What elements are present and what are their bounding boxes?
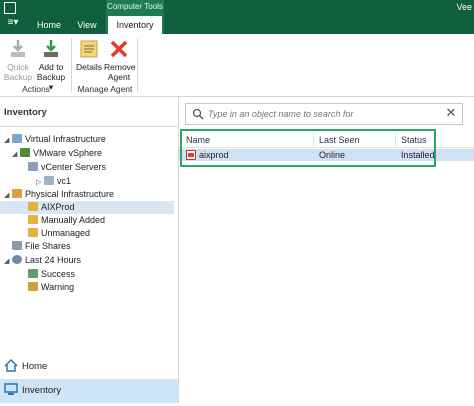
tree-label: Success: [41, 269, 76, 279]
remove-agent-icon: [108, 38, 130, 60]
warning-icon: [28, 282, 38, 291]
vc-icon: [44, 176, 54, 185]
tree-item-unmanaged[interactable]: Unmanaged: [28, 227, 90, 240]
tree-item-vmware-vsphere[interactable]: ◢ VMware vSphere: [12, 147, 102, 160]
tree-item-warning[interactable]: Warning: [28, 281, 74, 294]
context-group-label: Computer Tools: [107, 2, 163, 11]
tree-label: Virtual Infrastructure: [25, 134, 106, 144]
tree-label: VMware vSphere: [33, 148, 103, 158]
tree-item-file-shares[interactable]: File Shares: [4, 240, 71, 253]
ribbon-separator: [71, 38, 72, 92]
title-bar: Computer Tools ≡▾ Home View Inventory Ve…: [0, 0, 474, 34]
quick-backup-label-1: Quick: [7, 62, 29, 72]
tab-inventory[interactable]: Inventory: [108, 16, 162, 34]
quick-backup-button[interactable]: Quick Backup: [2, 38, 34, 82]
clear-search-icon[interactable]: ✕: [444, 106, 458, 120]
nav-inventory[interactable]: Inventory: [0, 379, 178, 403]
pane-divider: [0, 126, 178, 127]
tree-item-aixprod[interactable]: AIXProd: [0, 201, 174, 214]
tree-item-vc1[interactable]: ▷ vc1: [36, 175, 71, 188]
success-icon: [28, 269, 38, 278]
tree-item-physical-infrastructure[interactable]: ◢ Physical Infrastructure: [4, 188, 114, 201]
search-input[interactable]: [208, 106, 428, 122]
vcenter-icon: [28, 162, 38, 171]
collapse-icon[interactable]: ◢: [12, 148, 20, 161]
search-icon: [192, 108, 204, 120]
tree-label: Unmanaged: [41, 228, 91, 238]
tree-item-vcenter-servers[interactable]: vCenter Servers: [28, 161, 106, 174]
tree-item-virtual-infrastructure[interactable]: ◢ Virtual Infrastructure: [4, 133, 106, 146]
inventory-icon: [4, 382, 18, 395]
nav-home[interactable]: Home: [0, 355, 178, 379]
physical-infrastructure-icon: [12, 189, 22, 198]
remove-agent-label-2: Agent: [107, 72, 131, 82]
virtual-infrastructure-icon: [12, 134, 22, 143]
tree-label: File Shares: [25, 241, 71, 251]
folder-icon: [28, 215, 38, 224]
tree-label: Last 24 Hours: [25, 255, 82, 265]
remove-agent-label-1: Remove: [104, 62, 136, 72]
highlight-frame: [180, 129, 436, 167]
add-to-backup-label-1: Add to: [38, 62, 64, 72]
actions-group-label: Actions: [22, 84, 50, 94]
details-button[interactable]: Details: [74, 38, 104, 72]
manage-agent-group-label: Manage Agent: [77, 84, 133, 94]
search-box[interactable]: ✕: [185, 103, 463, 125]
history-icon: [12, 255, 22, 264]
tree-item-manually-added[interactable]: Manually Added: [28, 214, 105, 227]
app-menu-button[interactable]: ≡▾: [2, 14, 24, 32]
collapse-icon[interactable]: ◢: [4, 134, 12, 147]
tree-label: Physical Infrastructure: [25, 189, 115, 199]
folder-icon: [28, 202, 38, 211]
pane-title: Inventory: [4, 107, 47, 118]
nav-home-label: Home: [22, 361, 48, 372]
tab-view[interactable]: View: [70, 16, 104, 34]
folder-icon: [28, 228, 38, 237]
ribbon: Quick Backup Add to Backup ▾ Actions Det…: [0, 34, 474, 97]
tree-item-last-24-hours[interactable]: ◢ Last 24 Hours: [4, 254, 81, 267]
tree-label: AIXProd: [41, 202, 75, 212]
details-label: Details: [76, 62, 102, 72]
ribbon-separator-end: [137, 38, 138, 92]
details-icon: [78, 38, 100, 60]
remove-agent-button[interactable]: Remove Agent: [104, 38, 136, 82]
tree-label: Manually Added: [41, 215, 106, 225]
tree-label: Warning: [41, 282, 75, 292]
inventory-pane: Inventory ◢ Virtual Infrastructure ◢ VMwar…: [0, 97, 179, 403]
collapse-icon[interactable]: ◢: [4, 255, 12, 268]
vmware-icon: [20, 148, 30, 157]
app-icon: [4, 2, 16, 14]
brand-label: Vee: [456, 2, 472, 12]
home-icon: [4, 358, 18, 372]
quick-backup-icon: [7, 38, 29, 60]
nav-inventory-label: Inventory: [22, 385, 62, 396]
tree-item-success[interactable]: Success: [28, 268, 75, 281]
add-to-backup-icon: [40, 38, 62, 60]
tree-label: vCenter Servers: [41, 162, 107, 172]
file-shares-icon: [12, 241, 22, 250]
tree-label: vc1: [57, 176, 72, 186]
quick-backup-label-2: Backup: [3, 72, 33, 82]
tab-home[interactable]: Home: [30, 16, 68, 34]
